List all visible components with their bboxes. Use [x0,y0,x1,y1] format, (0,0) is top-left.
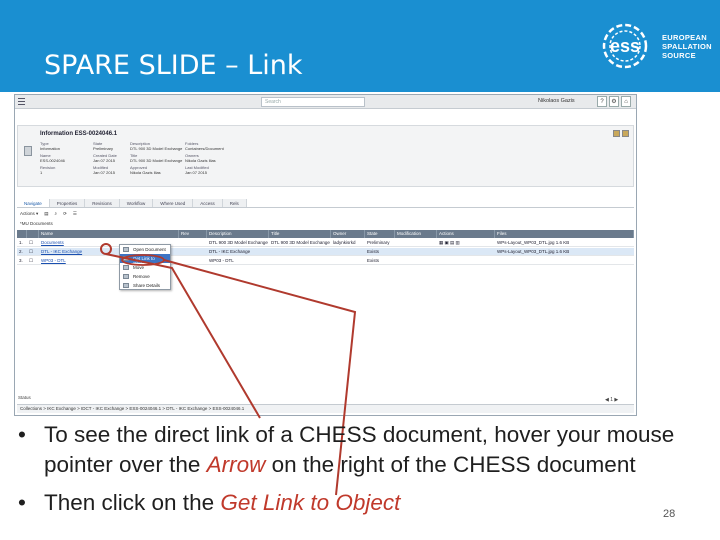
tab-access[interactable]: Access [193,199,223,207]
home-icon[interactable]: ⌂ [621,96,631,107]
refresh-icon[interactable]: ⟳ [63,211,67,219]
search-input[interactable]: Search [261,97,365,107]
breadcrumb[interactable]: Collections > IKC Exchange > IDCT - IKC … [17,404,634,413]
share-icon [123,283,129,288]
list-view-icon[interactable]: ▤ [44,211,48,219]
menu-icon[interactable] [18,98,25,106]
bullet-item: • To see the direct link of a CHESS docu… [18,422,675,477]
document-icon [24,146,32,156]
columns-icon[interactable]: ☰ [73,211,77,219]
tab-workflow[interactable]: Workflow [119,199,154,207]
tab-where-used[interactable]: Where Used [153,199,194,207]
move-icon [123,265,129,270]
info-grid: Type Information State Preliminary Descrip… [40,141,224,175]
emphasis-arrow: Arrow [206,452,266,477]
lock-icon[interactable] [622,130,629,137]
col-state: State [365,230,395,238]
emphasis-get-link: Get Link to Object [220,490,401,515]
col-rev: Rev [179,230,207,238]
tab-navigate[interactable]: Navigate [17,199,50,207]
status-label: Status [18,395,31,400]
ctx-get-link-to-object[interactable]: Get Link to Object [120,254,170,266]
info-actions [613,130,629,137]
pager[interactable]: ◀ 1 ▶ [605,397,618,403]
col-description: Description [207,230,269,238]
logo-line-3: SOURCE [662,51,696,60]
help-icon[interactable]: ? [597,96,607,107]
views-select[interactable]: *MU Documents [17,221,53,226]
actions-menu[interactable]: Actions ▾ [20,211,38,219]
user-name[interactable]: Nikolaos Gazis [538,98,575,104]
col-name: Name [39,230,179,238]
logo-wordmark: EUROPEAN SPALLATION SOURCE [662,33,712,60]
col-actions: Actions [437,230,495,238]
row-action-icons: ▦ ▣ ▤ ▥ [439,240,460,245]
logo-line-2: SPALLATION [662,42,712,51]
document-icon [123,247,129,252]
bullet-dot: • [18,490,26,515]
tab-properties[interactable]: Properties [49,199,86,207]
col-files: Files [495,230,634,238]
logo-line-1: EUROPEAN [662,33,707,42]
bullet-item: • Then click on the Get Link to Object [18,488,718,518]
ess-logo: ess EUROPEAN SPALLATION SOURCE [597,20,717,72]
col-check [27,230,39,238]
edit-icon[interactable] [613,130,620,137]
table-row[interactable]: 3. ☐ WP03 - DTL WP03 - DTL Exists [17,257,634,265]
tab-rels[interactable]: Rels [222,199,247,207]
col-owner: Owner [331,230,365,238]
tools-icon[interactable]: ⚙ [609,96,619,107]
ess-logo-mark: ess [602,23,648,69]
ctx-remove[interactable]: Remove [120,272,170,281]
col-num [17,230,27,238]
grid-toolbar: Actions ▾ ▤ ⌕ ⟳ ☰ [17,211,634,219]
link-icon [123,256,129,261]
logo-mark-text: ess [610,36,640,56]
table-row[interactable]: 1. ☐ Documents DTL 900 3D Model Exchange… [17,239,634,247]
tab-bar: Navigate Properties Revisions Workflow W… [17,199,634,208]
bullet-list: • To see the direct link of a CHESS docu… [18,420,718,518]
page-number: 28 [663,508,676,520]
bullet-dot: • [18,422,26,447]
app-topbar: Search Nikolaos Gazis ? ⚙ ⌂ [15,95,636,109]
top-icons: ? ⚙ ⌂ [597,96,631,107]
ctx-open-document[interactable]: Open Document [120,245,170,254]
chess-screenshot: Search Nikolaos Gazis ? ⚙ ⌂ Information … [14,94,637,416]
ctx-move[interactable]: Move [120,263,170,272]
info-panel: Information ESS-0024046.1 Type Informatio… [17,125,634,187]
table-row[interactable]: 2. ☐ DTL - IKC Exchange DTL - IKC Exchan… [17,248,634,256]
search-icon[interactable]: ⌕ [55,211,58,219]
remove-icon [123,274,129,279]
grid-header: Name Rev Description Title Owner State M… [17,230,634,238]
info-title: Information ESS-0024046.1 [40,131,118,137]
context-menu: Open Document Get Link to Object Move Re… [119,244,171,290]
tab-revisions[interactable]: Revisions [85,199,120,207]
ctx-share-details[interactable]: Share Details [120,281,170,290]
slide-title: SPARE SLIDE – Link [44,50,303,81]
col-modification: Modification [395,230,437,238]
col-title: Title [269,230,331,238]
